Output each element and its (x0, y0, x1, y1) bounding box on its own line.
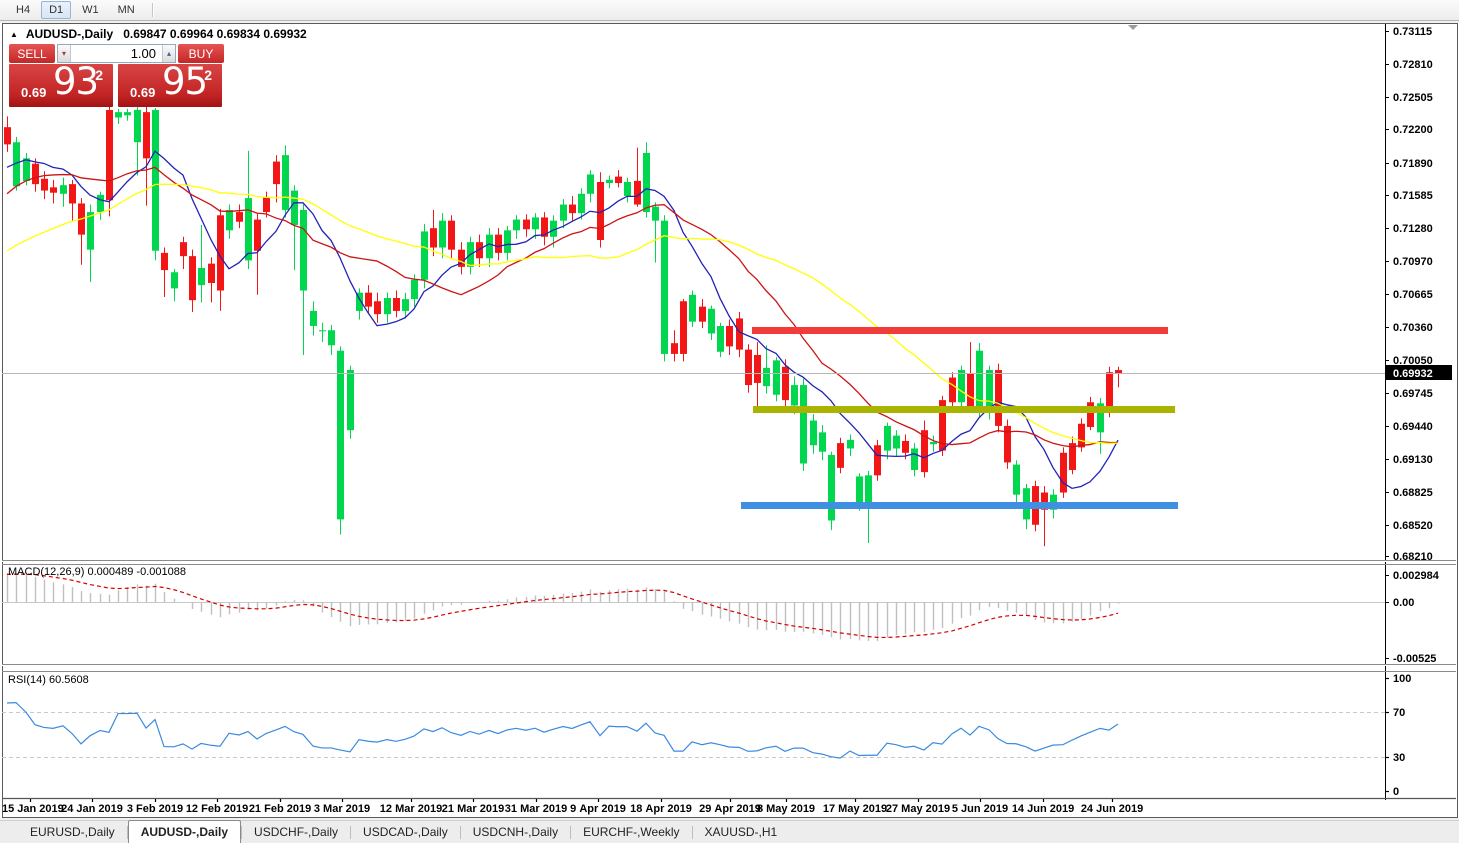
chart-tabs-bar: EURUSD-,Daily AUDUSD-,Daily USDCHF-,Daily U… (0, 820, 1459, 843)
chart-header: ▲ AUDUSD-,Daily 0.69847 0.69964 0.69834 … (10, 27, 307, 41)
chart-tab-eurusd[interactable]: EURUSD-,Daily (18, 822, 127, 843)
buy-price-panel[interactable]: 0.69 95 2 (118, 60, 222, 107)
timeframe-button-mn[interactable]: MN (110, 1, 143, 19)
chart-canvas[interactable] (0, 0, 1459, 843)
sell-price-superscript: 2 (95, 67, 103, 83)
sell-price-big-digits: 93 (53, 60, 99, 103)
chart-tab-usdcnh[interactable]: USDCNH-,Daily (461, 822, 570, 843)
chart-tab-audusd[interactable]: AUDUSD-,Daily (127, 820, 242, 843)
chart-tab-usdcad[interactable]: USDCAD-,Daily (351, 822, 460, 843)
macd-indicator-label: MACD(12,26,9) 0.000489 -0.001088 (8, 566, 186, 578)
buy-price-big-digits: 95 (162, 60, 208, 103)
sell-button[interactable]: SELL (9, 44, 55, 63)
collapse-triangle-icon[interactable]: ▲ (10, 30, 18, 39)
sell-price-panel[interactable]: 0.69 93 2 (9, 60, 113, 107)
chart-tab-eurchf[interactable]: EURCHF-,Weekly (571, 822, 691, 843)
chart-tab-usdchf[interactable]: USDCHF-,Daily (242, 822, 350, 843)
timeframe-button-h4[interactable]: H4 (8, 1, 38, 19)
buy-price-fraction: 0.69 (130, 85, 156, 100)
chart-tab-xauusd[interactable]: XAUUSD-,H1 (693, 822, 790, 843)
chart-symbol-label: AUDUSD-,Daily (25, 27, 114, 41)
buy-price-superscript: 2 (204, 67, 212, 83)
toolbar-separator (151, 3, 154, 17)
chart-ohlc-values: 0.69847 0.69964 0.69834 0.69932 (123, 27, 307, 41)
rsi-indicator-label: RSI(14) 60.5608 (8, 674, 89, 686)
timeframe-button-d1[interactable]: D1 (41, 1, 72, 19)
timeframe-toolbar: H4 D1 W1 MN (0, 0, 1459, 21)
one-click-trading-widget: SELL ▾ ▴ BUY 0.69 93 2 0.69 95 2 (9, 44, 224, 107)
timeframe-button-w1[interactable]: W1 (74, 1, 107, 19)
sell-price-fraction: 0.69 (21, 85, 47, 100)
mt4-window: H4 D1 W1 MN ▲ AUDUSD-,Daily 0.69847 0.69964… (0, 0, 1459, 843)
